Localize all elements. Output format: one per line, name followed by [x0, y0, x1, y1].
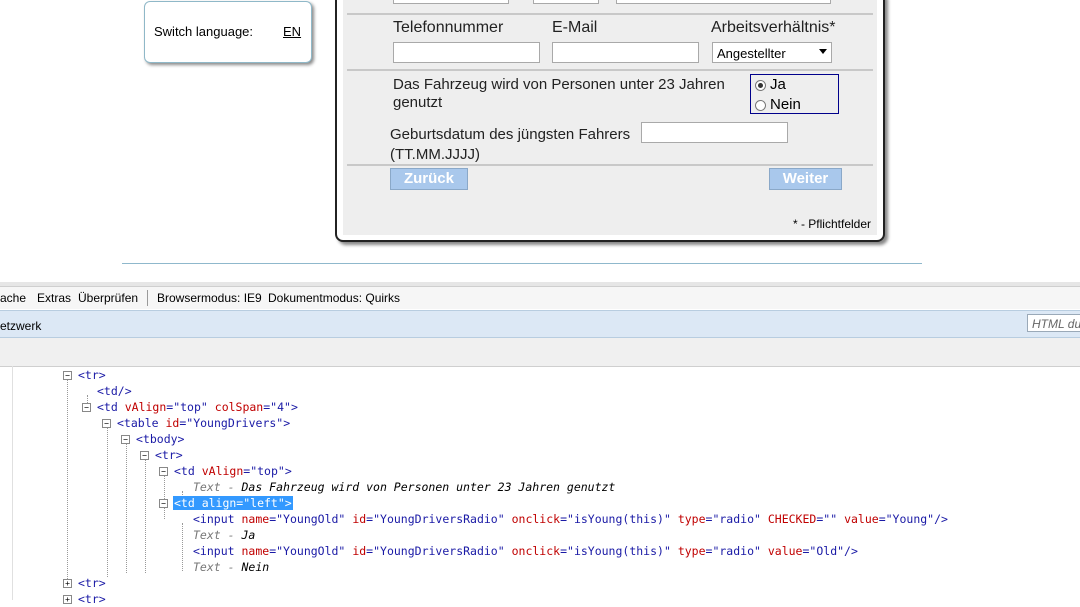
menu-separator: [147, 290, 148, 306]
form-panel-inner: Telefonnummer E-Mail Arbeitsverhältnis* …: [343, 0, 877, 235]
radio-no[interactable]: [755, 100, 766, 111]
tree-node[interactable]: <td vAlign="top">: [174, 463, 292, 479]
tree-text-node[interactable]: Text - Das Fahrzeug wird von Personen un…: [193, 479, 615, 495]
partial-field-2[interactable]: [533, 0, 599, 4]
partial-field-3[interactable]: [616, 0, 831, 4]
collapse-toggle[interactable]: −: [159, 467, 168, 476]
tree-guide: [164, 475, 165, 519]
employment-select-value: Angestellter: [717, 46, 786, 61]
html-search-input[interactable]: HTML du: [1027, 314, 1080, 332]
next-button[interactable]: Weiter: [769, 168, 842, 190]
dropdown-arrow-icon: [819, 49, 827, 54]
tree-guide: [182, 523, 183, 571]
employment-select[interactable]: Angestellter: [712, 42, 832, 63]
phone-label: Telefonnummer: [393, 19, 504, 36]
email-input[interactable]: [552, 42, 699, 63]
tree-node[interactable]: <tr>: [78, 575, 106, 591]
expand-toggle[interactable]: +: [63, 579, 72, 588]
menu-document-mode[interactable]: Dokumentmodus: Quirks: [268, 291, 400, 305]
required-fields-note: * - Pflichtfelder: [792, 217, 871, 231]
employment-label: Arbeitsverhältnis*: [711, 19, 836, 36]
tree-guide: [67, 379, 68, 579]
tree-node-selected[interactable]: <td align="left">: [173, 495, 293, 511]
tree-text-node[interactable]: Text - Nein: [193, 559, 269, 575]
collapse-toggle[interactable]: −: [102, 419, 111, 428]
dob-label: Geburtsdatum des jüngsten Fahrers (TT.MM…: [390, 126, 631, 163]
back-button[interactable]: Zurück: [390, 168, 468, 190]
tree-guide: [145, 459, 146, 573]
dob-input[interactable]: [641, 122, 788, 143]
devtools-toolbar: [0, 338, 1080, 367]
phone-input[interactable]: [393, 42, 540, 63]
collapse-toggle[interactable]: −: [159, 499, 168, 508]
form-panel: Telefonnummer E-Mail Arbeitsverhältnis* …: [335, 0, 885, 242]
tree-node[interactable]: <input name="YoungOld" id="YoungDriversR…: [193, 543, 858, 559]
form-divider-2: [347, 69, 873, 71]
menu-cache[interactable]: ache: [0, 291, 26, 305]
tree-node[interactable]: <input name="YoungOld" id="YoungDriversR…: [193, 511, 948, 527]
tree-node[interactable]: <tr>: [78, 591, 106, 607]
devtools-tabbar: etzwerk HTML du: [0, 310, 1080, 338]
devtools-menubar: ache Extras Überprüfen Browsermodus: IE9…: [0, 287, 1080, 309]
tree-node[interactable]: <table id="YoungDrivers">: [117, 415, 290, 431]
form-divider-3: [347, 164, 873, 166]
radio-yes-label: Ja: [770, 76, 786, 93]
page-separator: [122, 263, 922, 264]
collapse-toggle[interactable]: −: [140, 451, 149, 460]
menu-check[interactable]: Überprüfen: [78, 291, 138, 305]
tree-node[interactable]: <tr>: [155, 447, 183, 463]
developer-tools-pane: ache Extras Überprüfen Browsermodus: IE9…: [0, 282, 1080, 606]
collapse-toggle[interactable]: −: [63, 371, 72, 380]
collapse-toggle[interactable]: −: [121, 435, 130, 444]
email-label: E-Mail: [552, 19, 598, 36]
radio-no-label: Nein: [770, 96, 801, 113]
tree-node[interactable]: <tr>: [78, 367, 106, 383]
menu-extras[interactable]: Extras: [37, 291, 71, 305]
menu-browser-mode[interactable]: Browsermodus: IE9: [157, 291, 262, 305]
language-label: Switch language:: [154, 24, 254, 39]
collapse-toggle[interactable]: −: [82, 403, 91, 412]
tree-node[interactable]: <tbody>: [136, 431, 184, 447]
language-link-en[interactable]: EN: [283, 24, 301, 39]
tree-node[interactable]: <td/>: [97, 383, 132, 399]
young-drivers-question: Das Fahrzeug wird von Personen unter 23 …: [393, 76, 725, 111]
language-switch-box: Switch language: EN: [144, 1, 312, 63]
partial-field-1[interactable]: [393, 0, 509, 4]
form-divider-1: [347, 13, 873, 15]
young-drivers-radio-group: Ja Nein: [750, 74, 839, 114]
tree-text-node[interactable]: Text - Ja: [193, 527, 255, 543]
dom-tree: − <tr> <td/> − <td vAlign="top" colSpan=…: [0, 366, 1080, 606]
radio-yes[interactable]: [755, 80, 766, 91]
tab-network[interactable]: etzwerk: [0, 319, 41, 333]
tree-guide: [126, 443, 127, 573]
tree-node[interactable]: <td vAlign="top" colSpan="4">: [97, 399, 298, 415]
tree-guide: [107, 427, 108, 577]
